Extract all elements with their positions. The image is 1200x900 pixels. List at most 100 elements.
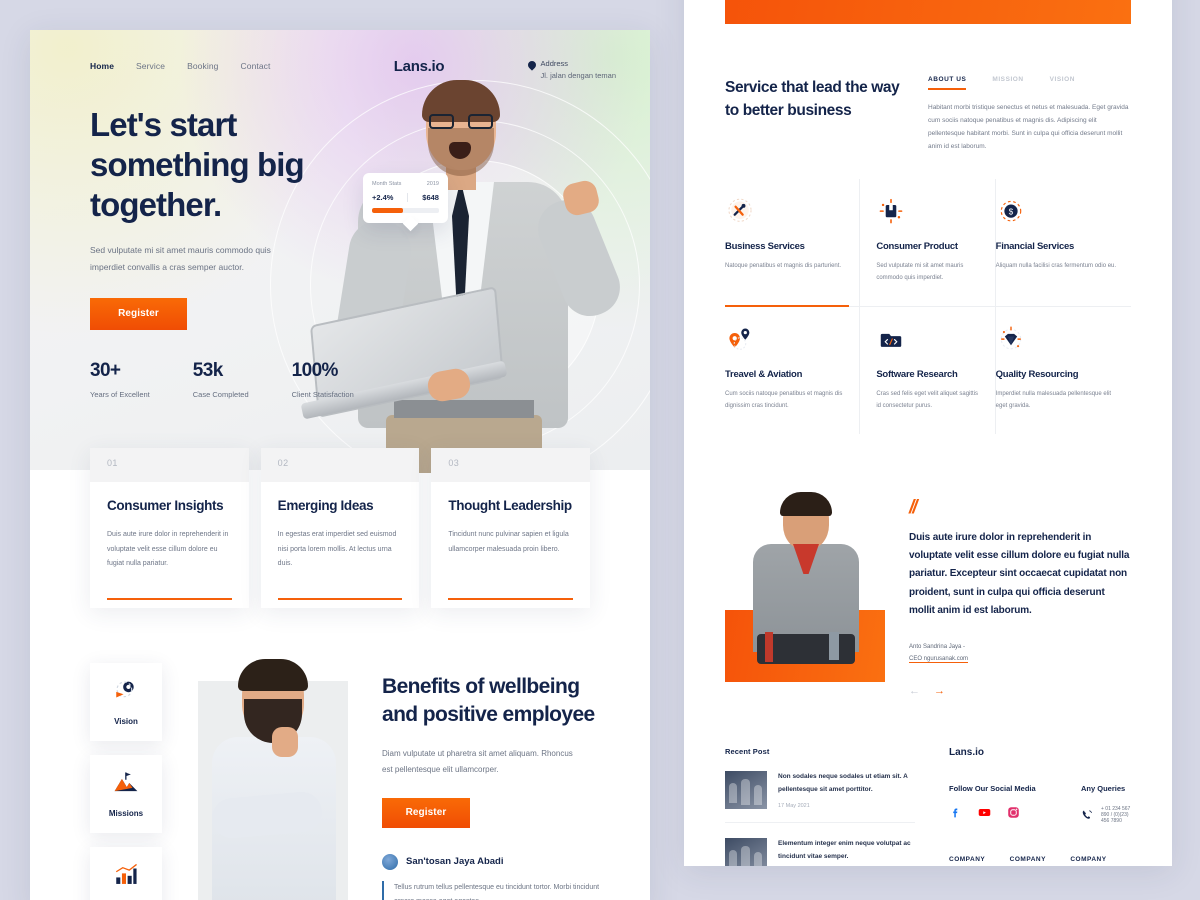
hero-content: Let's start something big together. Sed …	[30, 83, 360, 401]
stats-card-divider	[407, 193, 409, 202]
svg-text:$: $	[1008, 208, 1013, 217]
youtube-icon[interactable]	[978, 806, 991, 824]
testimonial-section: // Duis aute irure dolor in reprehenderi…	[684, 434, 1172, 697]
benefits-body: Diam vulputate ut pharetra sit amet aliq…	[382, 748, 573, 774]
stat-number: 53k	[192, 359, 224, 381]
facebook-icon[interactable]	[949, 806, 962, 824]
nav-link-home[interactable]: Home	[90, 61, 114, 71]
testimonial-person: San'tosan Jaya Abadi	[382, 853, 616, 870]
service-item-travel-aviation[interactable]: Treavel & Aviation Cum sociis natoque pe…	[725, 307, 861, 434]
service-tabs: ABOUT US MISSION VISION	[928, 76, 1131, 90]
tab-about-us[interactable]: ABOUT US	[928, 76, 967, 90]
footer-column: COMPANY Global Location Missions Careers	[949, 856, 1010, 866]
feature-cards: 01 Consumer Insights Duis aute irure dol…	[30, 448, 650, 608]
code-folder-icon	[876, 325, 906, 355]
footer-section: Recent Post Non sodales neque sodales ut…	[684, 697, 1172, 866]
card-heading: Emerging Ideas	[277, 498, 374, 513]
testimonial-quote: Duis aute irure dolor in reprehenderit i…	[909, 532, 1130, 616]
brand-logo[interactable]: Lans.io	[354, 58, 445, 75]
bar-chart-icon	[113, 862, 139, 893]
recent-post-heading: Recent Post	[725, 747, 770, 757]
service-body: Cum sociis natoque penatibus et magnis d…	[725, 391, 843, 409]
post-thumbnail	[725, 838, 767, 866]
social-heading: Follow Our Social Media	[949, 784, 1036, 794]
feature-card[interactable]: 02 Emerging Ideas In egestas erat imperd…	[260, 448, 420, 608]
service-paragraph: Habitant morbi tristique senectus et net…	[928, 104, 1129, 150]
top-orange-banner	[725, 0, 1131, 24]
service-heading: Business Services	[725, 241, 805, 252]
benefits-icon-list: Vision Missions	[90, 655, 168, 900]
footer-brand[interactable]: Lans.io	[949, 747, 1131, 758]
benefits-section: Vision Missions Benefits of wellbeing an…	[30, 655, 650, 900]
service-item-business-services[interactable]: Business Services Natoque penatibus et m…	[725, 179, 861, 307]
stats-card-year: 2019	[426, 181, 439, 187]
person-quote: Tellus rutrum tellus pellentesque eu tin…	[382, 880, 616, 900]
card-number: 02	[277, 458, 289, 468]
service-item-quality-resourcing[interactable]: Quality Resourcing Imperdiet nulla males…	[996, 307, 1131, 434]
nav-link-service[interactable]: Service	[136, 61, 165, 71]
service-item-consumer-product[interactable]: Consumer Product Sed vulputate mi sit am…	[860, 179, 996, 307]
page-title: Let's start something big together.	[90, 105, 305, 224]
benefit-label: Missions	[108, 809, 144, 818]
service-body: Natoque penatibus et magnis dis parturie…	[725, 263, 842, 269]
tab-mission[interactable]: MISSION	[992, 76, 1023, 90]
location-pin-icon	[525, 59, 538, 71]
feature-card[interactable]: 01 Consumer Insights Duis aute irure dol…	[90, 448, 249, 608]
service-item-financial-services[interactable]: $ Financial Services Aliquam nulla facil…	[995, 179, 1131, 307]
service-grid: Business Services Natoque penatibus et m…	[684, 153, 1172, 434]
stat-number: 100%	[291, 359, 339, 381]
register-button-hero[interactable]: Register	[90, 297, 187, 330]
recent-post-item[interactable]: Non sodales neque sodales ut etiam sit. …	[725, 756, 915, 824]
nav-link-contact[interactable]: Contact	[241, 61, 271, 71]
service-body: Imperdiet nulla malesuada pellentesque e…	[995, 391, 1112, 409]
quote-mark-icon: //	[909, 497, 918, 518]
target-icon	[113, 678, 139, 709]
benefits-person-photo	[190, 655, 358, 900]
footer-column: COMPANY Global Location Missions Careers	[1070, 856, 1131, 866]
queries-heading: Any Queries	[1081, 784, 1126, 794]
service-heading: Consumer Product	[876, 241, 958, 252]
stat-item: 53k Case Completed	[193, 360, 249, 401]
card-heading: Thought Leadership	[448, 498, 572, 513]
post-date: 17 May 2021	[778, 802, 810, 809]
service-heading: Software Research	[876, 369, 958, 380]
benefit-goals[interactable]: Goals	[90, 847, 162, 900]
benefit-missions[interactable]: Missions	[90, 755, 162, 833]
recent-post-item[interactable]: Elementum integer enim neque volutpat ac…	[725, 823, 915, 866]
address-block: Address Jl. jalan dengan teman	[525, 58, 616, 83]
tools-icon	[725, 197, 755, 227]
top-navigation: Home Service Booking Contact Lans.io Add…	[30, 30, 650, 83]
testimonial-photo	[725, 482, 885, 682]
diamond-icon	[996, 325, 1026, 355]
stats-card-title: Month Stats	[372, 181, 402, 187]
hero-subtitle: Sed vulputate mi sit amet mauris commodo…	[90, 244, 271, 272]
stats-card-change: +2.4%	[372, 193, 394, 202]
package-icon	[876, 197, 906, 227]
right-page-preview: Service that lead the way to better busi…	[684, 0, 1172, 866]
nav-link-booking[interactable]: Booking	[187, 61, 218, 71]
coin-icon: $	[996, 197, 1026, 227]
card-accent-bar	[107, 598, 232, 600]
post-title: Non sodales neque sodales ut etiam sit. …	[778, 773, 908, 793]
map-pin-icon	[725, 325, 755, 355]
stat-label: Client Statisfaction	[291, 389, 354, 399]
feature-card[interactable]: 03 Thought Leadership Tincidunt nunc pul…	[431, 448, 591, 608]
hero-stats: 30+ Years of Excellent 53k Case Complete…	[90, 360, 360, 401]
benefit-vision[interactable]: Vision	[90, 663, 162, 741]
instagram-icon[interactable]	[1007, 806, 1020, 824]
tab-vision[interactable]: VISION	[1050, 76, 1075, 90]
testimonial-author: Anto Sandrina Jaya -	[909, 643, 966, 650]
month-stats-card: Month Stats 2019 +2.4% $648	[363, 173, 448, 232]
post-title: Elementum integer enim neque volutpat ac…	[778, 840, 911, 860]
card-number: 01	[107, 458, 118, 468]
testimonial-nav: ← →	[909, 685, 1131, 697]
card-accent-bar	[277, 598, 403, 600]
prev-arrow-icon[interactable]: ←	[909, 685, 920, 697]
card-heading: Consumer Insights	[107, 498, 224, 513]
service-title: Service that lead the way to better busi…	[725, 79, 900, 120]
register-button-benefits[interactable]: Register	[382, 797, 470, 828]
next-arrow-icon[interactable]: →	[934, 685, 945, 697]
service-item-software-research[interactable]: Software Research Cras sed felis eget ve…	[860, 307, 996, 434]
avatar	[382, 853, 398, 870]
card-body: Duis aute irure dolor in reprehenderit i…	[107, 531, 229, 567]
